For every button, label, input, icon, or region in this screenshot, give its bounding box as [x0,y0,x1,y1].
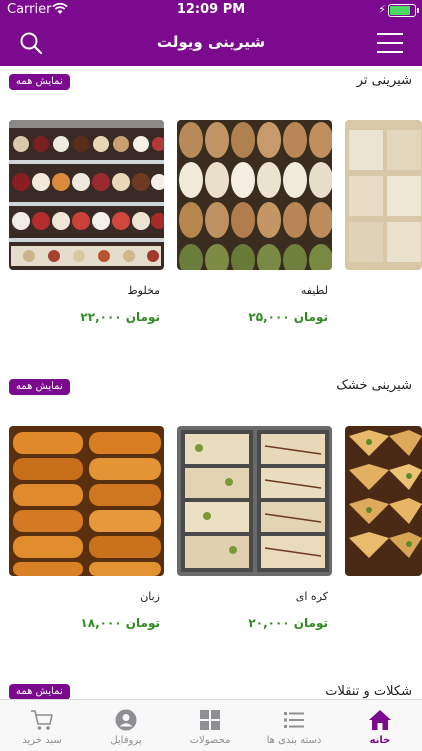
tab-label: دسته بندی ها [266,735,322,746]
product-image-partial[interactable] [345,426,422,576]
product-image-koreh-ei[interactable] [177,426,332,576]
tab-categories[interactable]: دسته بندی ها [252,700,336,751]
tab-label: سبد خرید [22,735,62,746]
hamburger-menu-icon[interactable] [377,33,403,53]
cart-icon [30,709,54,731]
product-image-mixed-pastry[interactable] [9,120,164,270]
section-title-chocolates: شکلات و تنقلات [325,684,412,699]
profile-icon [114,709,138,731]
product-price: ۲۵,۰۰۰ تومان [248,310,328,324]
product-name: زبان [140,590,160,603]
tab-cart[interactable]: سبد خرید [0,700,84,751]
tab-products[interactable]: محصولات [168,700,252,751]
section-title-dry-pastry: شیرینی خشک [336,378,412,393]
product-name: لطیفه [300,284,328,297]
page-title: شیرینی ویولت [156,33,266,51]
battery-icon [388,4,419,17]
show-all-button[interactable]: نمایش همه [9,74,70,90]
product-name: مخلوط [127,284,161,297]
tab-bar: سبد خرید پروفایل محصولات دسته بندی ها خا… [0,699,422,751]
product-name: کره ای [295,590,328,603]
status-bar: Carrier 12:09 PM ⚡ [0,0,422,20]
charging-icon: ⚡ [378,3,386,16]
product-image-zaban[interactable] [9,426,164,576]
home-icon [368,709,392,731]
tab-label: پروفایل [110,735,142,746]
list-icon [282,709,306,731]
clock: 12:09 PM [176,2,246,17]
show-all-button[interactable]: نمایش همه [9,379,70,395]
product-image-partial[interactable] [345,120,422,270]
product-price: ۱۸,۰۰۰ تومان [80,616,160,630]
tab-home[interactable]: خانه [338,700,422,751]
show-all-button[interactable]: نمایش همه [9,684,70,700]
product-price: ۲۲,۰۰۰ تومان [80,310,160,324]
nav-bar: شیرینی ویولت [0,20,422,66]
section-title-fresh-pastry: شیرینی تر [356,73,412,88]
tab-label: محصولات [189,735,231,746]
tab-profile[interactable]: پروفایل [84,700,168,751]
product-image-latifeh[interactable] [177,120,332,270]
tab-label: خانه [369,735,391,746]
product-price: ۲۰,۰۰۰ تومان [248,616,328,630]
grid-icon [198,709,222,731]
